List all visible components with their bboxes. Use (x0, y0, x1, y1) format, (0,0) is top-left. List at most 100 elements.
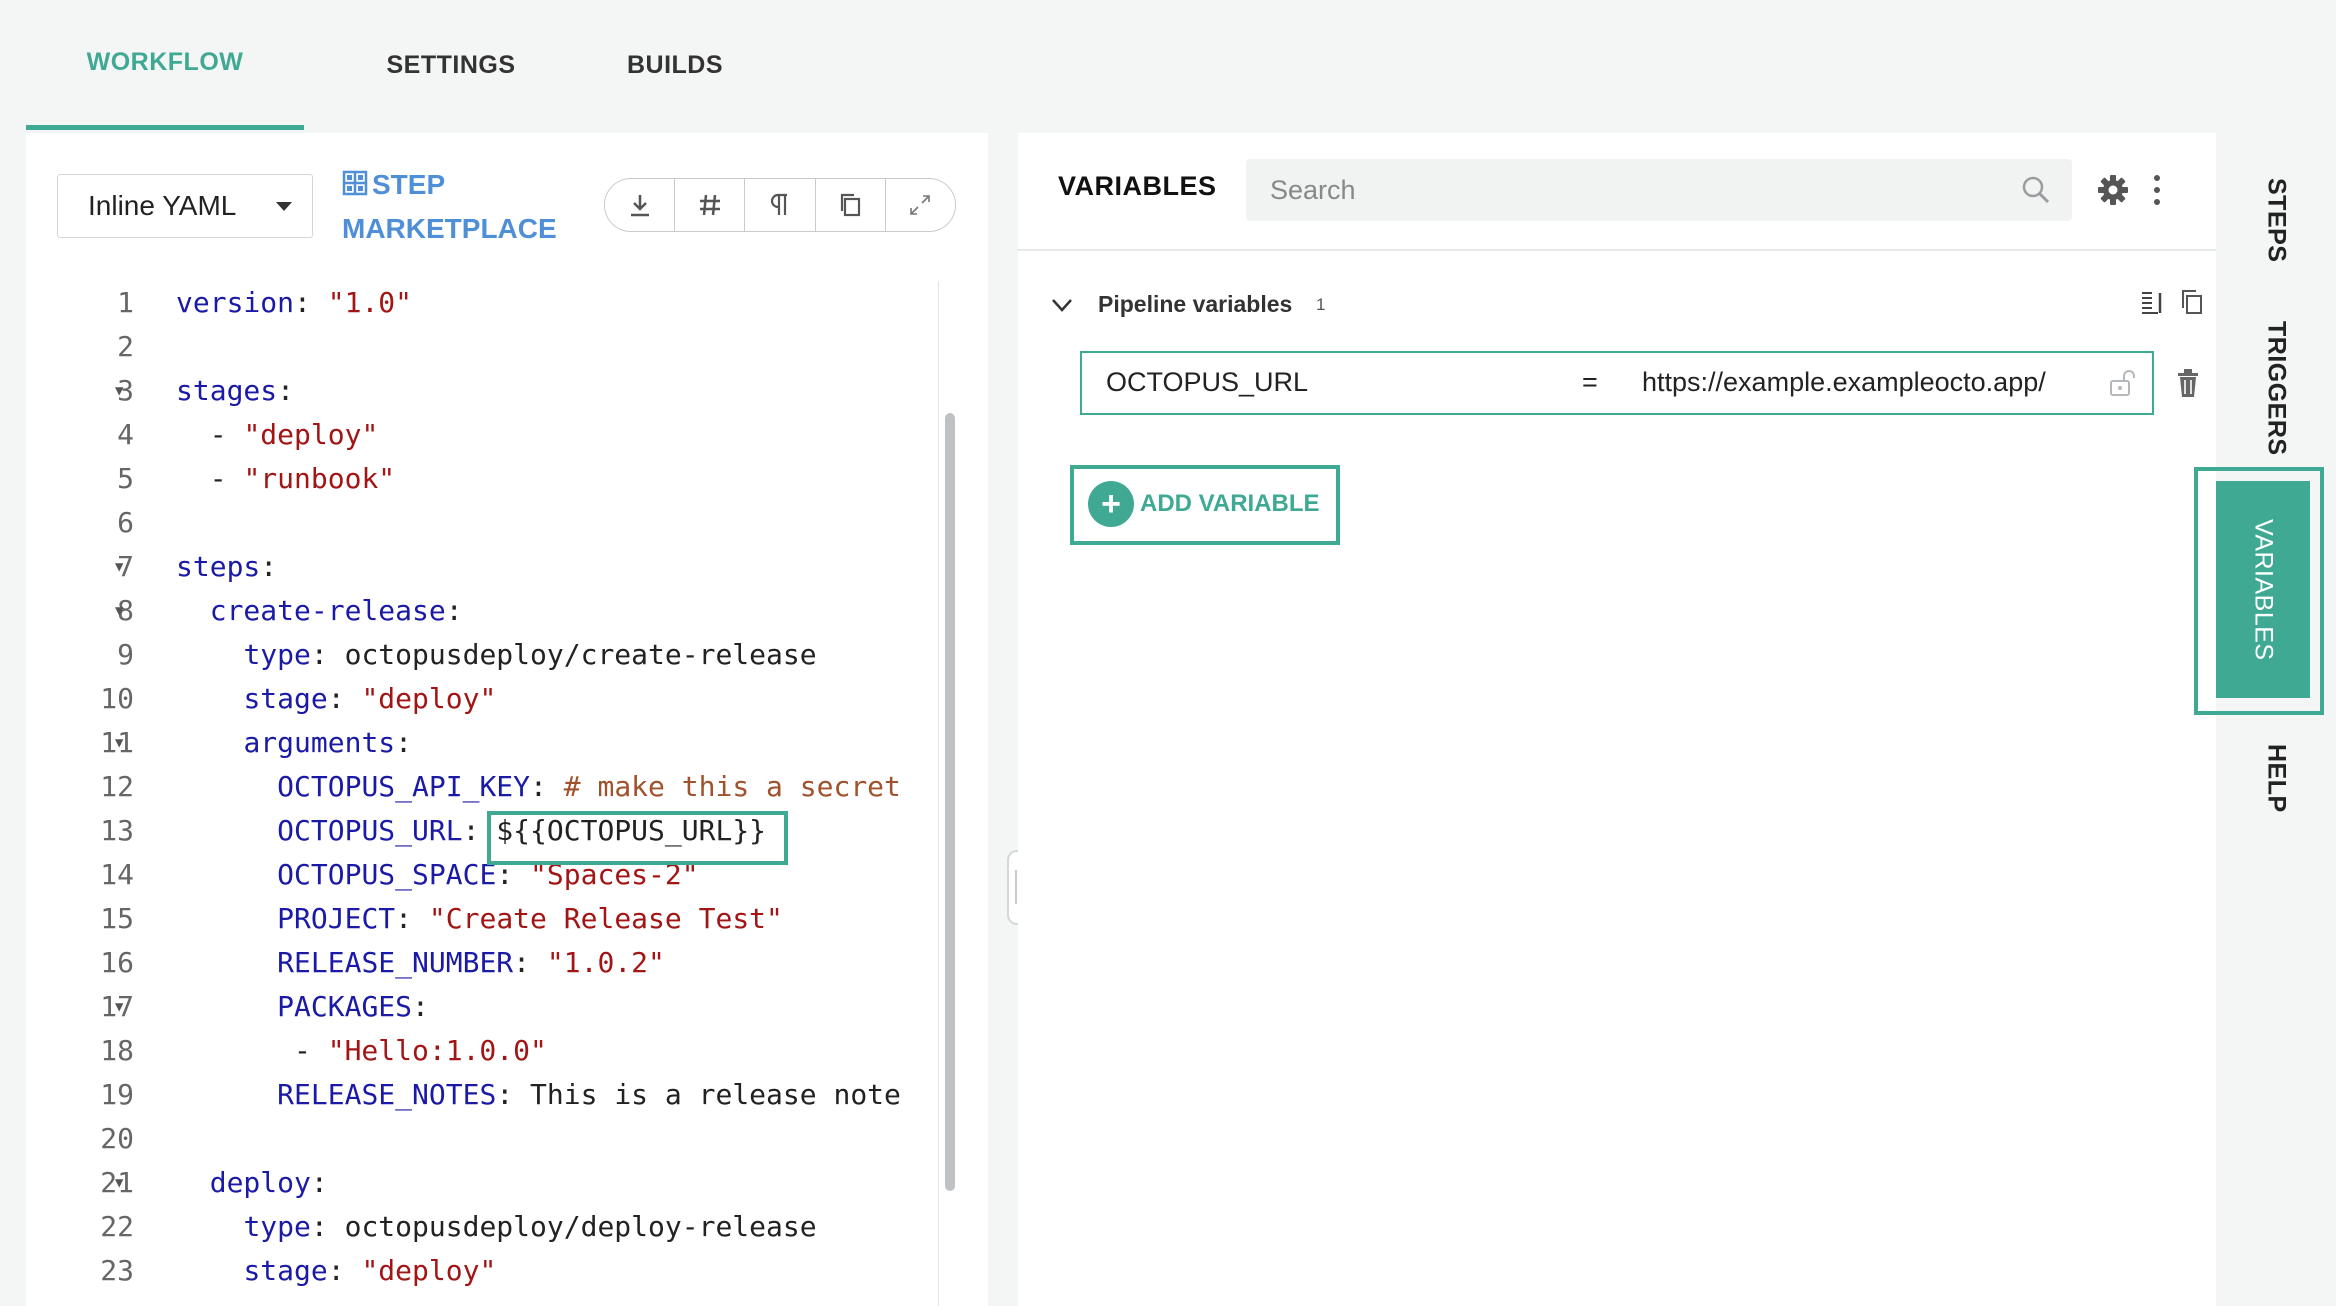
code-line: 16 RELEASE_NUMBER: "1.0.2" (26, 941, 938, 985)
line-number: 4 (117, 418, 134, 451)
tab-workflow[interactable]: WORKFLOW (26, 0, 304, 130)
chevron-down-icon[interactable] (1048, 291, 1076, 319)
yaml-mode-dropdown[interactable]: Inline YAML (57, 174, 313, 238)
side-tab-variables[interactable]: VARIABLES (2216, 481, 2310, 698)
line-number: 22 (100, 1210, 134, 1243)
add-variable-button[interactable]: + ADD VARIABLE (1088, 481, 1320, 527)
side-tabs: STEPS TRIGGERS HELP (2216, 133, 2336, 1306)
code-line: 17 ▼ PACKAGES: (26, 985, 938, 1029)
code-line: 2 (26, 325, 938, 369)
gear-icon[interactable] (2096, 173, 2130, 207)
code-line: 12 OCTOPUS_API_KEY: # make this a secret (26, 765, 938, 809)
code-token: deploy (209, 1166, 311, 1199)
line-number: 13 (100, 814, 134, 847)
code-token: OCTOPUS_SPACE (277, 858, 497, 891)
search-icon[interactable] (2020, 174, 2052, 206)
code-token: : (395, 902, 429, 935)
code-line: 6 (26, 501, 938, 545)
editor-scrollbar[interactable] (938, 281, 962, 1306)
tab-settings[interactable]: SETTINGS (346, 0, 556, 130)
code-text: - "deploy" (176, 413, 379, 457)
step-marketplace-link[interactable]: STEP MARKETPLACE (342, 163, 572, 251)
code-token: "runbook" (243, 462, 396, 495)
side-tab-steps[interactable]: STEPS (2216, 165, 2336, 275)
line-number: 5 (117, 462, 134, 495)
caret-down-icon (276, 201, 292, 211)
code-line: 21 ▼ deploy: (26, 1161, 938, 1205)
editor-scroll-thumb[interactable] (945, 413, 955, 1191)
copy-icon[interactable] (2178, 287, 2206, 317)
unlock-icon[interactable] (2108, 367, 2136, 399)
bulk-edit-icon[interactable] (2138, 289, 2166, 319)
code-text: stages: (176, 369, 294, 413)
side-tab-triggers[interactable]: TRIGGERS (2216, 313, 2336, 463)
copy-button[interactable] (816, 179, 886, 231)
code-line: 9 type: octopusdeploy/create-release (26, 633, 938, 677)
code-text: deploy: (176, 1161, 328, 1205)
code-text: RELEASE_NUMBER: "1.0.2" (176, 941, 665, 985)
code-token: RELEASE_NUMBER (277, 946, 514, 979)
code-area[interactable]: 1 version: "1.0" 2 3 ▼ stages: 4 - "deploy" 5 -… (26, 281, 938, 1293)
variable-value[interactable]: https://example.exampleocto.app/ (1642, 367, 2046, 398)
line-number: 6 (117, 506, 134, 539)
variable-name[interactable]: OCTOPUS_URL (1106, 367, 1308, 398)
code-token: : octopusdeploy/deploy-release (310, 1210, 817, 1243)
side-tab-help[interactable]: HELP (2216, 723, 2336, 833)
fold-arrow-icon[interactable]: ▼ (115, 369, 123, 413)
fold-arrow-icon[interactable]: ▼ (115, 985, 123, 1029)
search-input[interactable] (1246, 159, 2072, 221)
code-token: : octopusdeploy/create-release (310, 638, 817, 671)
pipeline-variables-section: Pipeline variables 1 (1048, 283, 2202, 329)
fullscreen-button[interactable] (886, 179, 955, 231)
code-text: OCTOPUS_SPACE: "Spaces-2" (176, 853, 699, 897)
variables-search (1246, 159, 2072, 221)
code-token: : This is a release note (496, 1078, 901, 1111)
line-numbers-button[interactable] (675, 179, 746, 231)
line-number: 18 (100, 1034, 134, 1067)
code-token: "Create Release Test" (428, 902, 783, 935)
side-tab-triggers-label: TRIGGERS (2262, 320, 2291, 456)
code-text: type: octopusdeploy/create-release (176, 633, 817, 677)
code-token: : (395, 726, 413, 759)
whitespace-button[interactable] (745, 179, 816, 231)
fold-arrow-icon[interactable]: ▼ (115, 721, 123, 765)
code-token: : (530, 770, 564, 803)
line-number: 15 (100, 902, 134, 935)
code-token: "1.0.2" (546, 946, 665, 979)
plus-icon: + (1088, 481, 1134, 527)
side-tab-steps-label: STEPS (2262, 177, 2291, 263)
line-number: 19 (100, 1078, 134, 1111)
line-number: 10 (100, 682, 134, 715)
yaml-mode-label: Inline YAML (88, 190, 237, 221)
editor-toolbar (604, 178, 956, 232)
code-token: : (310, 1166, 328, 1199)
marketplace-label-line1: STEP (372, 169, 446, 200)
tab-builds[interactable]: BUILDS (582, 0, 768, 130)
fold-arrow-icon[interactable]: ▼ (115, 545, 123, 589)
code-text: arguments: (176, 721, 412, 765)
trash-icon[interactable] (2174, 367, 2202, 399)
code-token: - (176, 418, 244, 451)
line-number: 1 (117, 286, 134, 319)
code-token: steps (176, 550, 261, 583)
more-options-icon[interactable] (2150, 173, 2164, 207)
yaml-editor-panel: Inline YAML STEP MARKETPLACE 1 version: … (26, 133, 988, 1306)
code-token: : (294, 286, 328, 319)
fold-arrow-icon[interactable]: ▼ (115, 589, 123, 633)
code-text: PACKAGES: (176, 985, 429, 1029)
code-line: 3 ▼ stages: (26, 369, 938, 413)
download-button[interactable] (605, 179, 676, 231)
code-token: "Spaces-2" (530, 858, 699, 891)
code-token: "Hello:1.0.0" (327, 1034, 547, 1067)
fold-arrow-icon[interactable]: ▼ (115, 1161, 123, 1205)
code-line: 19 RELEASE_NOTES: This is a release note (26, 1073, 938, 1117)
code-line: 4 - "deploy" (26, 413, 938, 457)
code-line: 5 - "runbook" (26, 457, 938, 501)
